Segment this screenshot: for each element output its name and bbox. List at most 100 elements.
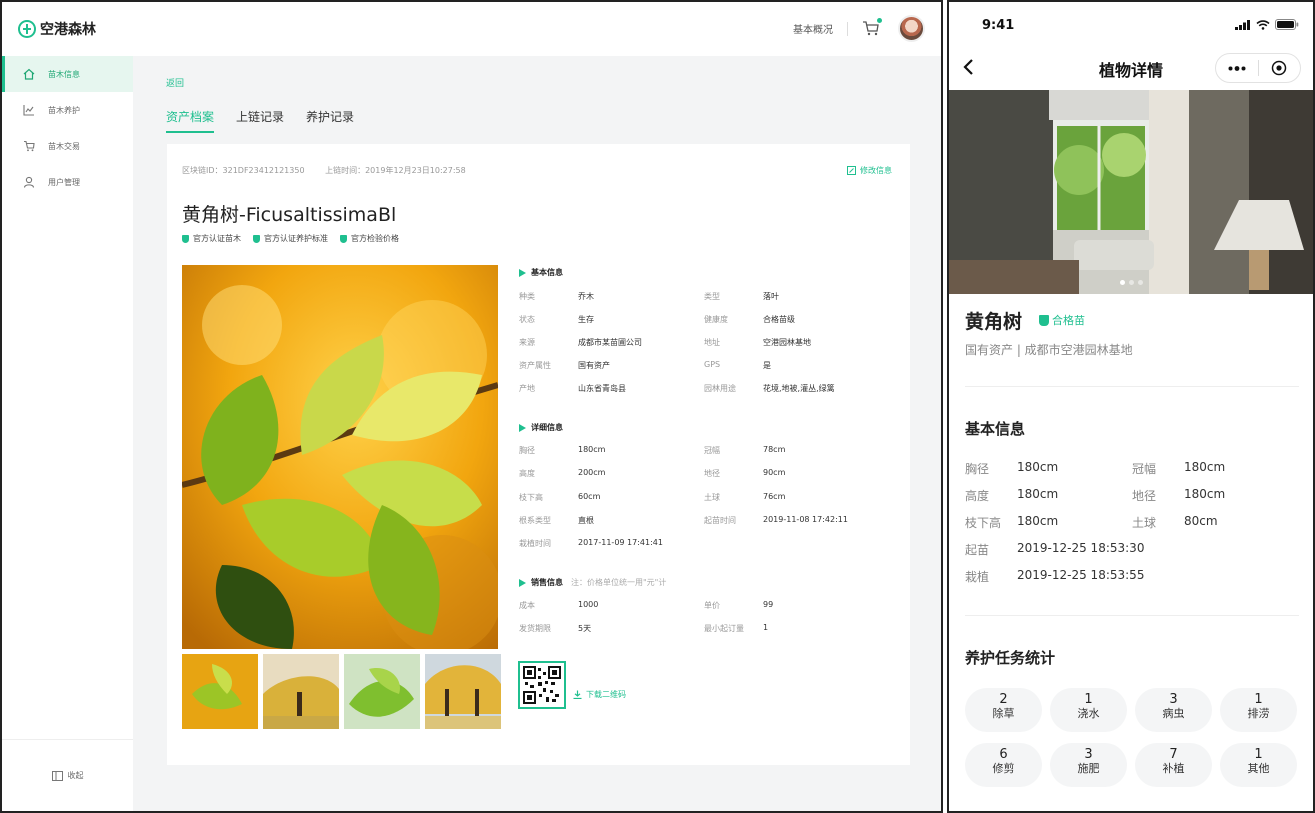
cart-button[interactable] <box>862 17 882 38</box>
back-link[interactable]: 返回 <box>166 76 184 89</box>
field-key: GPS <box>704 360 721 369</box>
download-qr-label: 下载二维码 <box>586 690 626 699</box>
carousel-dot[interactable] <box>1137 280 1143 285</box>
user-avatar[interactable] <box>898 15 925 42</box>
thumbnail-image[interactable] <box>425 654 501 729</box>
signal-icon <box>1235 20 1250 30</box>
close-mini-program-button[interactable] <box>1259 54 1301 82</box>
target-icon <box>1272 60 1287 76</box>
thumbnail-image[interactable] <box>344 654 420 729</box>
thumbnail-image[interactable] <box>182 654 258 729</box>
edit-info-button[interactable]: 修改信息 <box>847 165 892 176</box>
tab-chain-records[interactable]: 上链记录 <box>236 108 284 133</box>
plant-subtitle: 国有资产 | 成都市空港园林基地 <box>965 343 1133 357</box>
info-row: 单价 99 <box>704 600 773 611</box>
mini-program-capsule <box>1215 53 1301 83</box>
mobile-screen: 9:41 植物详情 黄角树 合格苗 国有资产 | 成都市空港园林基地 基本信息 … <box>947 0 1315 813</box>
download-icon <box>573 690 582 699</box>
info-row: 状态 生存 <box>519 314 594 325</box>
edit-info-label: 修改信息 <box>860 166 892 175</box>
sidebar-item-seedling-care[interactable]: 苗木养护 <box>2 92 133 128</box>
field-value: 180cm <box>1184 460 1226 474</box>
info-row: 资产属性 国有资产 <box>519 360 610 371</box>
qualified-label: 合格苗 <box>1052 314 1085 327</box>
field-value: 合格苗级 <box>763 315 795 324</box>
field-key: 高度 <box>519 469 535 478</box>
task-label: 浇水 <box>1077 707 1100 720</box>
field-value: 180cm <box>1017 487 1059 501</box>
field-key: 种类 <box>519 292 535 301</box>
task-stat-pests[interactable]: 3 病虫 <box>1135 688 1212 732</box>
download-qr-button[interactable]: 下载二维码 <box>573 689 626 700</box>
field-key: 胸径 <box>965 462 990 476</box>
info-row: 起苗 2019-12-25 18:53:30 <box>965 541 1144 558</box>
task-count: 1 <box>1254 747 1263 762</box>
field-key: 成本 <box>519 601 535 610</box>
triangle-icon <box>519 578 526 587</box>
divider <box>965 615 1299 616</box>
tab-care-records[interactable]: 养护记录 <box>306 108 354 133</box>
carousel-dot[interactable] <box>1119 280 1125 285</box>
sidebar-item-label: 用户管理 <box>48 177 80 187</box>
certification-badges: 官方认证苗木 官方认证养护标准 官方检验价格 <box>182 233 399 244</box>
task-stat-drainage[interactable]: 1 排涝 <box>1220 688 1297 732</box>
field-key: 根系类型 <box>519 516 551 525</box>
task-count: 6 <box>999 747 1008 762</box>
field-key: 冠幅 <box>704 446 720 455</box>
field-key: 资产属性 <box>519 361 551 370</box>
field-key: 最小起订量 <box>704 624 744 633</box>
task-label: 病虫 <box>1162 707 1185 720</box>
task-stat-fertilizing[interactable]: 3 施肥 <box>1050 743 1127 787</box>
task-stat-other[interactable]: 1 其他 <box>1220 743 1297 787</box>
user-icon <box>23 176 35 188</box>
more-button[interactable] <box>1216 54 1258 82</box>
sidebar-item-user-management[interactable]: 用户管理 <box>2 164 133 200</box>
thumbnail-strip <box>182 654 501 729</box>
badge-label: 官方认证苗木 <box>193 234 241 243</box>
logo-icon <box>18 20 36 38</box>
field-value: 2019-12-25 18:53:55 <box>1017 568 1145 582</box>
task-stat-pruning[interactable]: 6 修剪 <box>965 743 1042 787</box>
task-stat-replanting[interactable]: 7 补植 <box>1135 743 1212 787</box>
info-row: 产地 山东省青岛县 <box>519 383 626 394</box>
task-label: 其他 <box>1247 762 1270 775</box>
info-row: 枝下高 180cm <box>965 514 1058 531</box>
field-value: 1 <box>763 623 769 632</box>
info-row: 起苗时间 2019-11-08 17:42:11 <box>704 515 848 526</box>
thumbnail-image[interactable] <box>263 654 339 729</box>
tab-asset-archive[interactable]: 资产档案 <box>166 108 215 133</box>
field-value: 花境,地被,灌丛,绿篱 <box>763 384 835 393</box>
field-value: 180cm <box>1184 487 1226 501</box>
collapse-icon <box>51 770 63 781</box>
qr-code-icon <box>523 666 561 704</box>
sidebar-item-seedling-trade[interactable]: 苗木交易 <box>2 128 133 164</box>
task-count: 3 <box>1169 692 1178 707</box>
logo[interactable]: 空港森林 <box>18 19 96 39</box>
task-stat-watering[interactable]: 1 浇水 <box>1050 688 1127 732</box>
task-stat-weeding[interactable]: 2 除草 <box>965 688 1042 732</box>
field-value: 1000 <box>578 600 599 609</box>
info-row: 园林用途 花境,地被,灌丛,绿篱 <box>704 383 835 394</box>
field-key: 栽植时间 <box>519 539 551 548</box>
field-key: 枝下高 <box>519 493 543 502</box>
badge-certified-seedling: 官方认证苗木 <box>182 233 241 244</box>
badge-certified-care: 官方认证养护标准 <box>253 233 328 244</box>
carousel-dot[interactable] <box>1128 280 1134 285</box>
badge-certified-price: 官方检验价格 <box>340 233 399 244</box>
field-key: 类型 <box>704 292 720 301</box>
field-key: 园林用途 <box>704 384 736 393</box>
tab-bar: 资产档案 上链记录 养护记录 <box>166 108 354 133</box>
field-value: 180cm <box>578 445 606 454</box>
task-label: 修剪 <box>992 762 1015 775</box>
task-count: 2 <box>999 692 1008 707</box>
field-value: 76cm <box>763 492 786 501</box>
chart-icon <box>23 105 34 116</box>
sidebar-item-seedling-info[interactable]: 苗木信息 <box>2 56 133 92</box>
overview-link[interactable]: 基本概况 <box>793 21 833 36</box>
field-key: 健康度 <box>704 315 728 324</box>
info-row: 枝下高 60cm <box>519 492 600 503</box>
shield-icon <box>340 234 347 243</box>
collapse-button[interactable]: 收起 <box>2 739 133 811</box>
field-value: 国有资产 <box>578 361 610 370</box>
info-row: 来源 成都市某苗圃公司 <box>519 337 642 348</box>
